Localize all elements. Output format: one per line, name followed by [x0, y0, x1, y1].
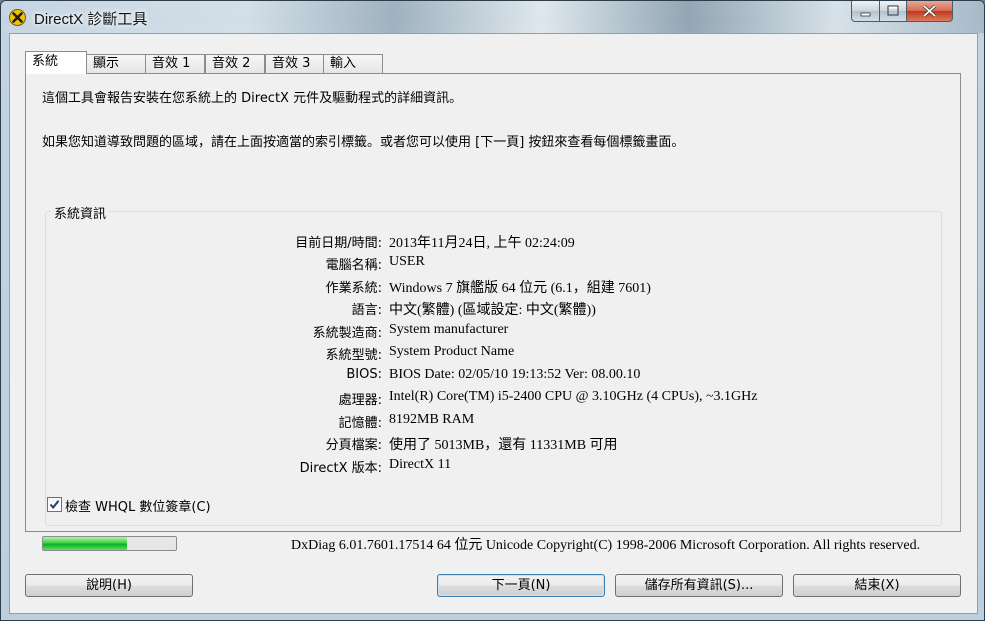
dialog-client-area: 系統 顯示 音效 1 音效 2 音效 3 輸入 這個工具會報告安裝在您系統上的 … [9, 33, 978, 614]
info-row-model: 系統型號: System Product Name [46, 344, 943, 364]
info-label: DirectX 版本: [299, 461, 382, 476]
info-row-directx-version: DirectX 版本: DirectX 11 [46, 457, 943, 477]
system-info-group: 系統資訊 目前日期/時間: 2013年11月24日, 上午 02:24:09 電… [45, 203, 943, 526]
info-row-memory: 記憶體: 8192MB RAM [46, 412, 943, 432]
info-label: 語言: [351, 303, 382, 318]
info-label: 電腦名稱: [325, 258, 382, 273]
tab-system[interactable]: 系統 [25, 51, 87, 74]
close-button[interactable] [906, 1, 953, 22]
info-value: BIOS Date: 02/05/10 19:13:52 Ver: 08.00.… [389, 367, 641, 382]
info-value: System Product Name [389, 344, 515, 359]
intro-text-2: 如果您知道導致問題的區域，請在上面按適當的索引標籤。或者您可以使用 [下一頁] … [42, 135, 685, 150]
minimize-button[interactable] [851, 1, 880, 22]
whql-checkbox-label[interactable]: 檢查 WHQL 數位簽章(C) [65, 496, 211, 515]
exit-button[interactable]: 結束(X) [793, 574, 961, 597]
intro-text-1: 這個工具會報告安裝在您系統上的 DirectX 元件及驅動程式的詳細資訊。 [42, 91, 463, 106]
info-value: 2013年11月24日, 上午 02:24:09 [389, 236, 575, 251]
checkmark-icon [49, 500, 60, 510]
close-icon [922, 4, 937, 18]
directx-x-icon [9, 9, 26, 26]
info-row-processor: 處理器: Intel(R) Core(TM) i5-2400 CPU @ 3.1… [46, 389, 943, 409]
save-all-info-button[interactable]: 儲存所有資訊(S)... [615, 574, 783, 597]
info-row-page-file: 分頁檔案: 使用了 5013MB，還有 11331MB 可用 [46, 434, 943, 454]
progress-bar [42, 536, 177, 551]
info-label: 作業系統: [325, 281, 382, 296]
tab-input[interactable]: 輸入 [323, 54, 383, 73]
info-label: 目前日期/時間: [295, 236, 382, 251]
info-label: 處理器: [338, 393, 382, 408]
minimize-icon [860, 12, 871, 17]
info-row-os: 作業系統: Windows 7 旗艦版 64 位元 (6.1，組建 7601) [46, 277, 943, 297]
info-label: 記憶體: [338, 416, 382, 431]
info-value: 使用了 5013MB，還有 11331MB 可用 [389, 438, 618, 453]
tab-sound-1[interactable]: 音效 1 [145, 54, 205, 73]
info-row-datetime: 目前日期/時間: 2013年11月24日, 上午 02:24:09 [46, 232, 943, 252]
info-row-language: 語言: 中文(繁體) (區域設定: 中文(繁體)) [46, 299, 943, 319]
maximize-button[interactable] [879, 1, 907, 22]
info-row-bios: BIOS: BIOS Date: 02/05/10 19:13:52 Ver: … [46, 367, 943, 387]
maximize-icon [887, 5, 899, 16]
info-value: 8192MB RAM [389, 412, 475, 427]
next-page-button[interactable]: 下一頁(N) [437, 574, 605, 597]
copyright-text: DxDiag 6.01.7601.17514 64 位元 Unicode Cop… [291, 538, 921, 553]
info-label: 系統型號: [325, 348, 382, 363]
info-label: BIOS: [346, 367, 382, 382]
whql-checkbox[interactable] [47, 497, 62, 512]
window-title: DirectX 診斷工具 [34, 11, 148, 28]
tab-sound-3[interactable]: 音效 3 [265, 54, 324, 73]
help-button[interactable]: 說明(H) [25, 574, 193, 597]
title-bar-background [1, 1, 984, 33]
info-value: Intel(R) Core(TM) i5-2400 CPU @ 3.10GHz … [389, 389, 758, 404]
info-label: 分頁檔案: [325, 438, 382, 453]
info-label: 系統製造商: [312, 326, 382, 341]
title-bar[interactable]: DirectX 診斷工具 [1, 1, 984, 33]
dxdiag-window: DirectX 診斷工具 系統 顯示 音效 1 音效 2 音效 3 輸入 這個工… [0, 0, 985, 621]
system-info-group-title: 系統資訊 [51, 203, 110, 222]
tab-sound-2[interactable]: 音效 2 [205, 54, 265, 73]
info-value: System manufacturer [389, 322, 509, 337]
info-value: 中文(繁體) (區域設定: 中文(繁體)) [389, 303, 596, 318]
info-value: DirectX 11 [389, 457, 452, 472]
info-row-manufacturer: 系統製造商: System manufacturer [46, 322, 943, 342]
info-row-computer-name: 電腦名稱: USER [46, 254, 943, 274]
progress-bar-fill [43, 537, 127, 550]
system-tab-panel: 這個工具會報告安裝在您系統上的 DirectX 元件及驅動程式的詳細資訊。 如果… [25, 73, 961, 532]
info-value: USER [389, 254, 425, 269]
info-value: Windows 7 旗艦版 64 位元 (6.1，組建 7601) [389, 281, 651, 296]
tab-display[interactable]: 顯示 [86, 54, 146, 73]
